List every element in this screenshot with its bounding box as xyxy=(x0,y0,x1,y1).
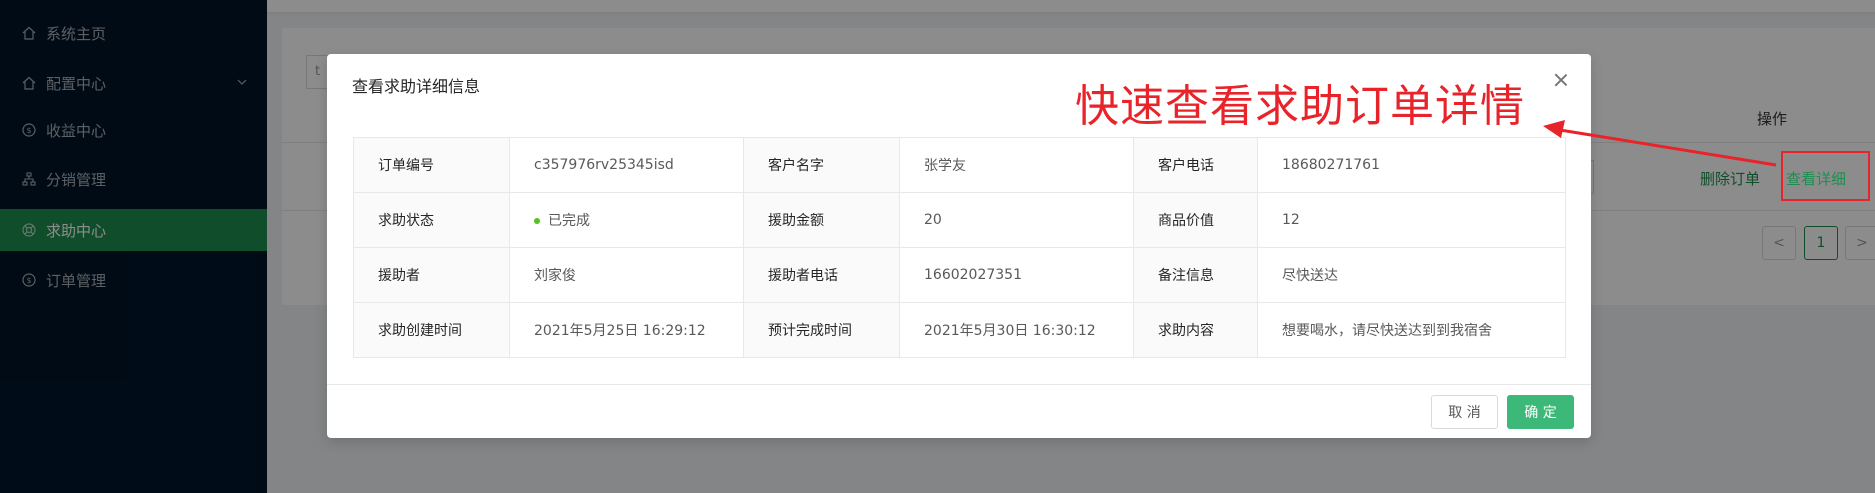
detail-value: 尽快送达 xyxy=(1257,247,1566,303)
close-icon[interactable] xyxy=(1553,72,1569,88)
status-text: 已完成 xyxy=(548,213,590,229)
detail-row: 求助状态 已完成 援助金额 20 商品价值 12 xyxy=(353,192,1566,248)
ok-button[interactable]: 确 定 xyxy=(1507,395,1574,429)
detail-label: 援助金额 xyxy=(743,192,900,248)
detail-label: 客户电话 xyxy=(1133,137,1258,193)
detail-label: 订单编号 xyxy=(353,137,510,193)
detail-value: 2021年5月25日 16:29:12 xyxy=(509,302,744,358)
cancel-button[interactable]: 取 消 xyxy=(1431,395,1498,429)
detail-label: 求助内容 xyxy=(1133,302,1258,358)
detail-value: 刘家俊 xyxy=(509,247,744,303)
detail-row: 援助者 刘家俊 援助者电话 16602027351 备注信息 尽快送达 xyxy=(353,247,1566,303)
status-dot xyxy=(534,218,540,224)
modal-title: 查看求助详细信息 xyxy=(352,77,481,96)
detail-value: 16602027351 xyxy=(899,247,1134,303)
detail-value: 20 xyxy=(899,192,1134,248)
detail-label: 商品价值 xyxy=(1133,192,1258,248)
detail-value: c357976rv25345isd xyxy=(509,137,744,193)
detail-value: 2021年5月30日 16:30:12 xyxy=(899,302,1134,358)
detail-label: 预计完成时间 xyxy=(743,302,900,358)
detail-value: 18680271761 xyxy=(1257,137,1566,193)
detail-value: 想要喝水，请尽快送达到到我宿舍 xyxy=(1257,302,1566,358)
detail-row: 求助创建时间 2021年5月25日 16:29:12 预计完成时间 2021年5… xyxy=(353,302,1566,358)
annotation-highlight-box xyxy=(1781,151,1870,201)
detail-label: 备注信息 xyxy=(1133,247,1258,303)
detail-label: 援助者电话 xyxy=(743,247,900,303)
detail-label: 援助者 xyxy=(353,247,510,303)
annotation-text: 快速查看求助订单详情 xyxy=(1075,81,1525,132)
detail-descriptions: 订单编号 c357976rv25345isd 客户名字 张学友 客户电话 186… xyxy=(353,137,1566,358)
modal-footer: 取 消 确 定 xyxy=(327,384,1591,438)
detail-value: 12 xyxy=(1257,192,1566,248)
detail-value: 张学友 xyxy=(899,137,1134,193)
detail-value-status: 已完成 xyxy=(509,192,744,248)
detail-label: 求助创建时间 xyxy=(353,302,510,358)
detail-label: 求助状态 xyxy=(353,192,510,248)
detail-row: 订单编号 c357976rv25345isd 客户名字 张学友 客户电话 186… xyxy=(353,137,1566,193)
detail-label: 客户名字 xyxy=(743,137,900,193)
